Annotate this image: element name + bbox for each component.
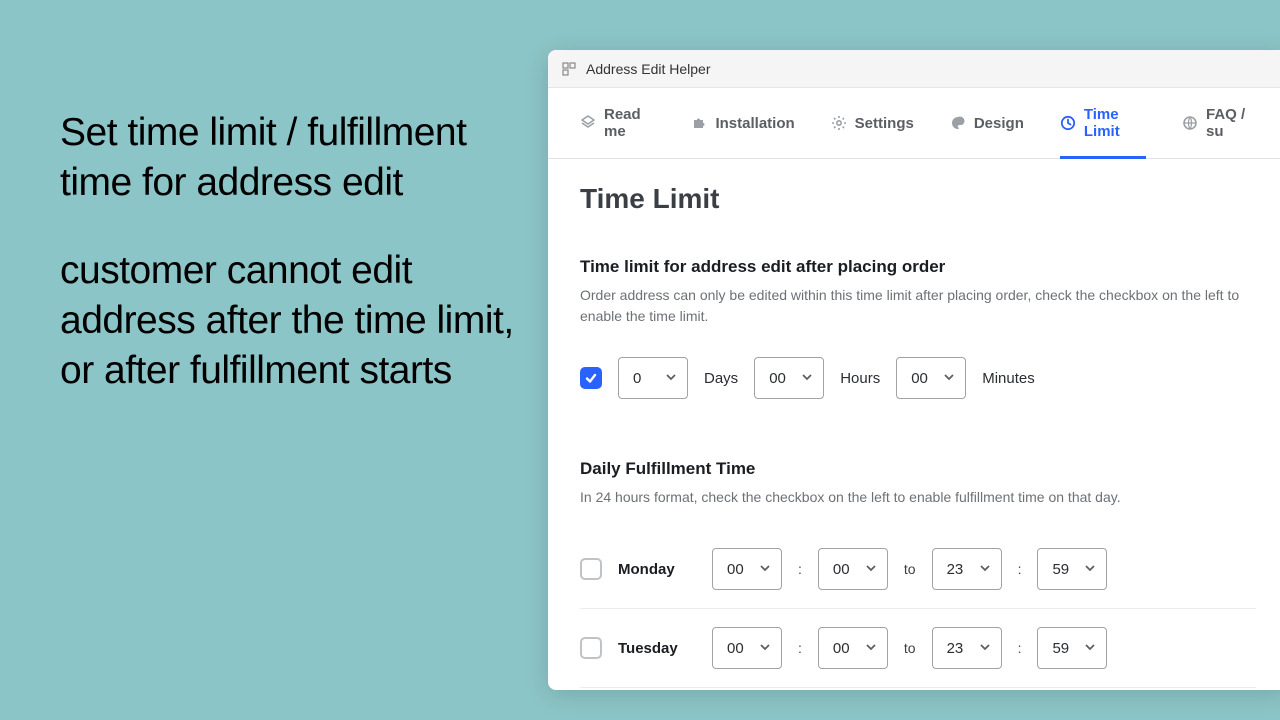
titlebar-title: Address Edit Helper bbox=[586, 61, 711, 77]
time-limit-checkbox[interactable] bbox=[580, 367, 602, 389]
fulfillment-section: Daily Fulfillment Time In 24 hours forma… bbox=[580, 459, 1256, 688]
tuesday-from-min[interactable]: 00 bbox=[818, 627, 888, 669]
monday-label: Monday bbox=[618, 561, 696, 578]
tab-bar: Read me Installation Settings Design Tim… bbox=[548, 88, 1280, 159]
tuesday-to-min[interactable]: 59 bbox=[1037, 627, 1107, 669]
hours-value: 00 bbox=[769, 370, 786, 387]
tuesday-to-hour[interactable]: 23 bbox=[932, 627, 1002, 669]
tab-label: Settings bbox=[855, 115, 914, 132]
monday-from-min[interactable]: 00 bbox=[818, 548, 888, 590]
monday-from-hour[interactable]: 00 bbox=[712, 548, 782, 590]
gear-icon bbox=[831, 115, 847, 131]
tab-label: Time Limit bbox=[1084, 106, 1146, 140]
tab-faq[interactable]: FAQ / su bbox=[1182, 106, 1256, 159]
colon-separator: : bbox=[798, 561, 802, 577]
to-label: to bbox=[904, 640, 916, 656]
colon-separator: : bbox=[1018, 640, 1022, 656]
time-limit-title: Time limit for address edit after placin… bbox=[580, 257, 1256, 277]
titlebar: Address Edit Helper bbox=[548, 50, 1280, 88]
time-limit-row: 0 Days 00 Hours 00 Minutes bbox=[580, 349, 1256, 419]
days-label: Days bbox=[704, 370, 738, 387]
tuesday-label: Tuesday bbox=[618, 640, 696, 657]
colon-separator: : bbox=[798, 640, 802, 656]
promo-paragraph-2: customer cannot edit address after the t… bbox=[60, 246, 530, 396]
globe-icon bbox=[1182, 115, 1198, 131]
day-row-monday: Monday 00 : 00 to 23 : 59 bbox=[580, 530, 1256, 609]
app-icon bbox=[562, 62, 576, 76]
promo-text: Set time limit / fulfillment time for ad… bbox=[60, 108, 530, 396]
chevron-down-icon bbox=[865, 640, 877, 657]
monday-to-hour[interactable]: 23 bbox=[932, 548, 1002, 590]
tab-installation[interactable]: Installation bbox=[691, 106, 794, 159]
chevron-down-icon bbox=[979, 640, 991, 657]
tab-label: FAQ / su bbox=[1206, 106, 1256, 140]
tab-design[interactable]: Design bbox=[950, 106, 1024, 159]
tab-label: Installation bbox=[715, 115, 794, 132]
tab-label: Design bbox=[974, 115, 1024, 132]
clock-icon bbox=[1060, 115, 1076, 131]
puzzle-icon bbox=[691, 115, 707, 131]
days-value: 0 bbox=[633, 370, 641, 387]
to-label: to bbox=[904, 561, 916, 577]
colon-separator: : bbox=[1018, 561, 1022, 577]
monday-to-min[interactable]: 59 bbox=[1037, 548, 1107, 590]
hours-label: Hours bbox=[840, 370, 880, 387]
minutes-select[interactable]: 00 bbox=[896, 357, 966, 399]
chevron-down-icon bbox=[759, 561, 771, 578]
chevron-down-icon bbox=[865, 561, 877, 578]
chevron-down-icon bbox=[801, 370, 813, 387]
time-limit-section: Time limit for address edit after placin… bbox=[580, 257, 1256, 419]
tab-label: Read me bbox=[604, 106, 655, 140]
minutes-label: Minutes bbox=[982, 370, 1035, 387]
fulfillment-title: Daily Fulfillment Time bbox=[580, 459, 1256, 479]
chevron-down-icon bbox=[759, 640, 771, 657]
tab-read-me[interactable]: Read me bbox=[580, 106, 655, 159]
tuesday-from-hour[interactable]: 00 bbox=[712, 627, 782, 669]
tab-settings[interactable]: Settings bbox=[831, 106, 914, 159]
days-select[interactable]: 0 bbox=[618, 357, 688, 399]
day-row-tuesday: Tuesday 00 : 00 to 23 : 59 bbox=[580, 609, 1256, 688]
app-window: Address Edit Helper Read me Installation… bbox=[548, 50, 1280, 690]
palette-icon bbox=[950, 115, 966, 131]
minutes-value: 00 bbox=[911, 370, 928, 387]
promo-paragraph-1: Set time limit / fulfillment time for ad… bbox=[60, 108, 530, 208]
monday-checkbox[interactable] bbox=[580, 558, 602, 580]
chevron-down-icon bbox=[1084, 640, 1096, 657]
layers-icon bbox=[580, 115, 596, 131]
hours-select[interactable]: 00 bbox=[754, 357, 824, 399]
tab-time-limit[interactable]: Time Limit bbox=[1060, 106, 1146, 159]
tuesday-checkbox[interactable] bbox=[580, 637, 602, 659]
chevron-down-icon bbox=[979, 561, 991, 578]
chevron-down-icon bbox=[943, 370, 955, 387]
chevron-down-icon bbox=[665, 370, 677, 387]
content-area: Time Limit Time limit for address edit a… bbox=[548, 159, 1280, 690]
page-title: Time Limit bbox=[580, 183, 1256, 215]
fulfillment-desc: In 24 hours format, check the checkbox o… bbox=[580, 487, 1256, 508]
chevron-down-icon bbox=[1084, 561, 1096, 578]
time-limit-desc: Order address can only be edited within … bbox=[580, 285, 1256, 327]
